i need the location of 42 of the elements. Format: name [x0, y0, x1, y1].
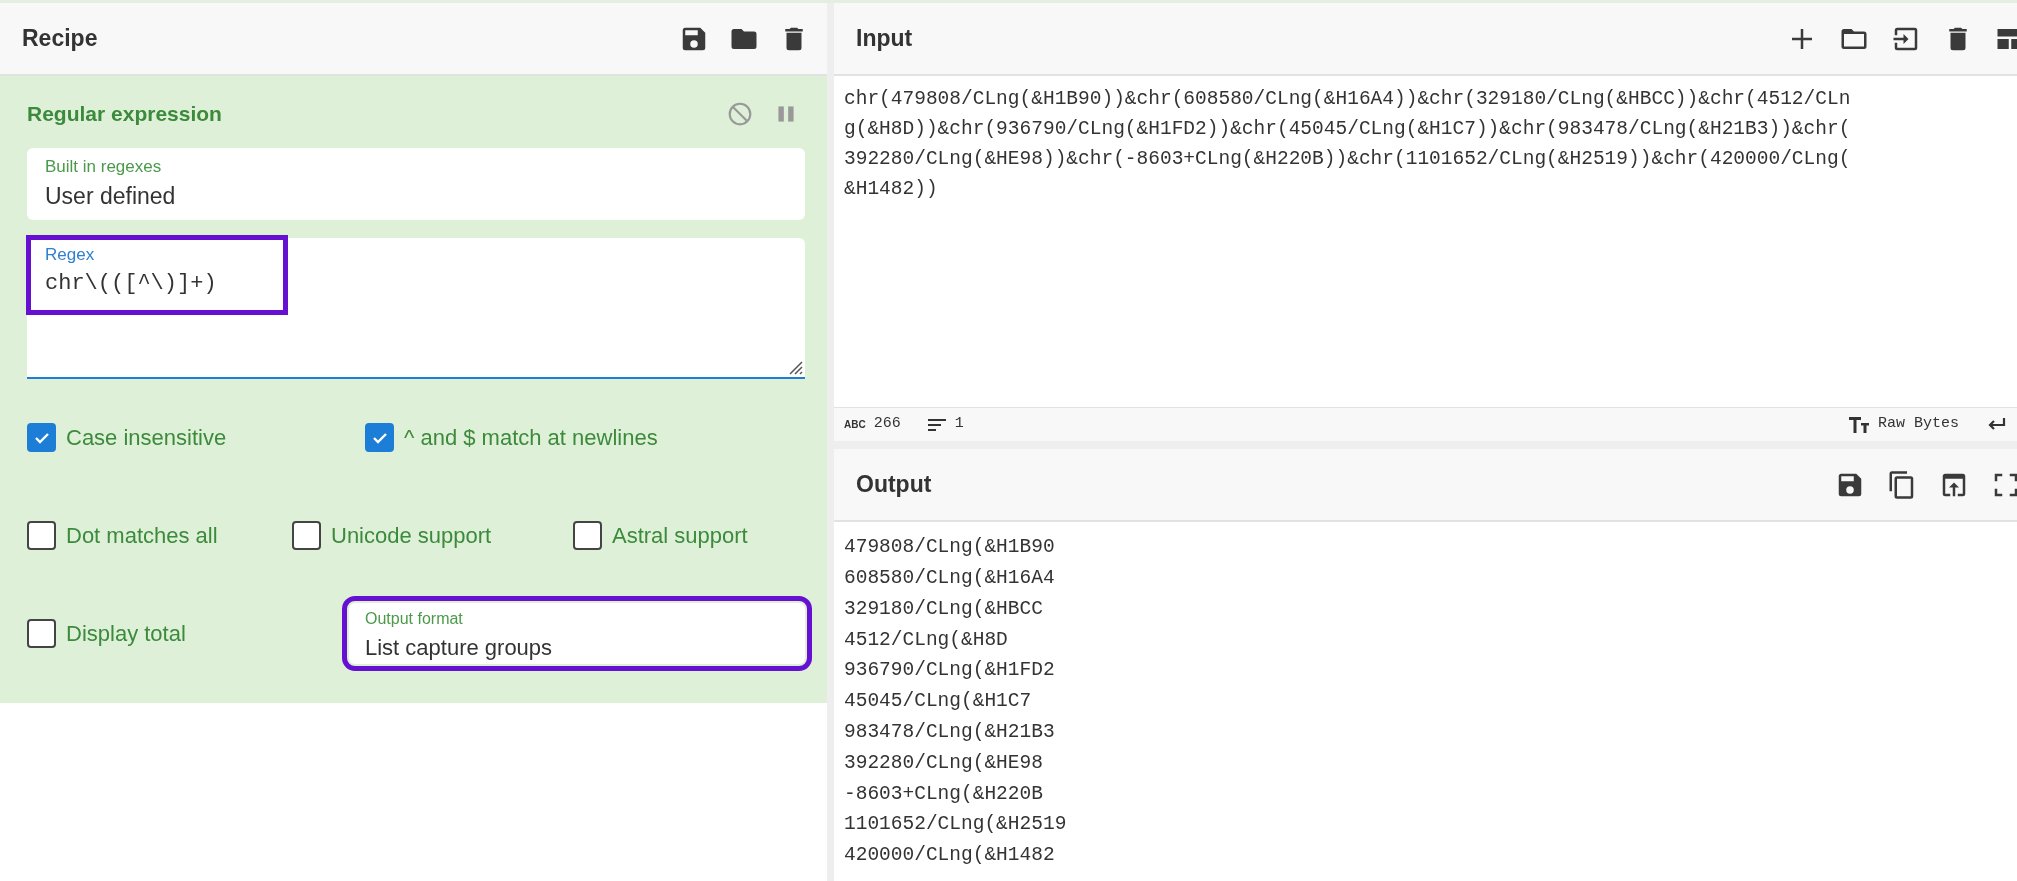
input-text[interactable]: chr(479808/CLng(&H1B90))&chr(608580/CLng(&H16A4))&chr(329180/CLng(&HBCC))&chr(4512/CLng(&H8D))&chr(936790/CLng(&H1FD2))&chr(45045/CLng(&H1C7))&chr(983478/CLng(&H21B3))&chr(392280/CLng(&HE98))&chr(-8603+CLng(&H220B))&chr(1101652/CLng(&H2519))&chr(420000/CLng(&H1482)) [834, 76, 1861, 408]
panel-title: Output [856, 470, 932, 500]
output-line: 45045/CLng(&H1C7 [844, 689, 1032, 715]
field-label: Regex [45, 243, 96, 266]
text-size-icon[interactable] [1848, 414, 1870, 435]
output-line: -8603+CLng(&H220B [844, 781, 1043, 807]
checkbox[interactable] [27, 423, 56, 452]
checkbox-label: Display total [66, 620, 186, 648]
output-line: 329180/CLng(&HBCC [844, 596, 1043, 622]
output-line: 608580/CLng(&H16A4 [844, 566, 1055, 592]
length-icon: ABC [844, 417, 866, 433]
checkbox[interactable] [365, 423, 394, 452]
field-value: List capture groups [365, 634, 553, 662]
output-line: 983478/CLng(&H21B3 [844, 720, 1055, 745]
panel-title: Input [856, 24, 913, 54]
checkbox[interactable] [573, 521, 602, 550]
checkbox-label: Case insensitive [66, 424, 227, 452]
text-area-field[interactable]: Regex chr\(([^\)]+) [27, 237, 805, 379]
output-line: 392280/CLng(&HE98 [844, 750, 1043, 776]
length-count: 266 [873, 414, 901, 435]
output-line: 1101652/CLng(&H2519 [844, 812, 1067, 838]
checkbox-label: Astral support [612, 522, 748, 550]
output-line: 936790/CLng(&H1FD2 [844, 658, 1055, 684]
field-value: chr\(([^\)]+) [45, 270, 218, 298]
select-field[interactable]: Built in regexes User defined [27, 147, 805, 220]
checkbox-label: Dot matches all [66, 522, 218, 550]
line-count: 1 [954, 414, 964, 435]
checkbox-label: ^ and $ match at newlines [404, 424, 658, 452]
checkbox-label: Unicode support [331, 522, 492, 550]
operation-title: Regular expression [27, 101, 222, 127]
field-value: User defined [45, 182, 176, 211]
field-label: Built in regexes [45, 155, 163, 178]
checkbox[interactable] [27, 619, 56, 648]
lines-icon [926, 416, 947, 433]
checkbox[interactable] [292, 521, 321, 550]
output-line: 420000/CLng(&H1482 [844, 843, 1055, 869]
output-line: 4512/CLng(&H8D [844, 627, 1008, 653]
checkbox[interactable] [27, 521, 56, 550]
panel-title: Recipe [22, 24, 98, 54]
field-label: Output format [365, 609, 464, 629]
encoding-label[interactable]: Raw Bytes [1878, 413, 1959, 436]
output-line: 479808/CLng(&H1B90 [844, 535, 1055, 561]
